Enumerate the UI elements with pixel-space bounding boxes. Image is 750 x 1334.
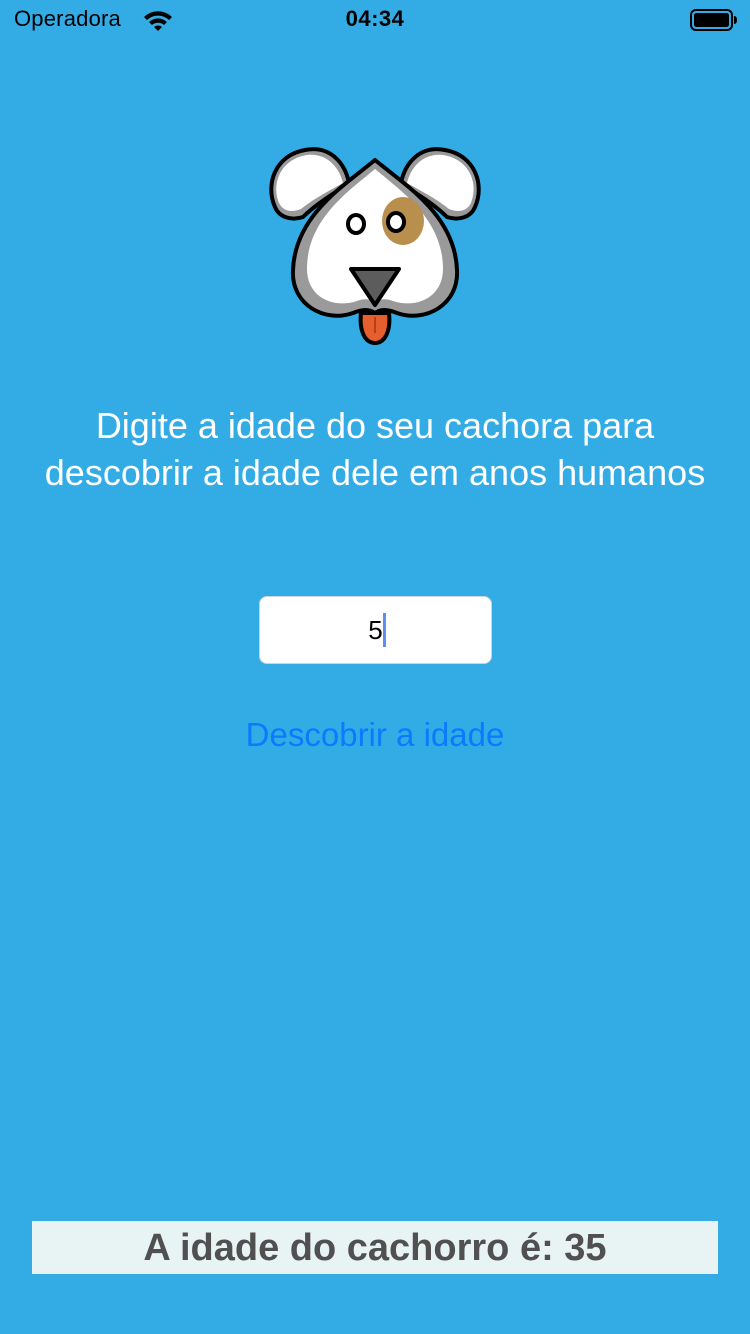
status-time: 04:34 xyxy=(345,6,405,31)
instruction-text: Digite a idade do seu cachora para desco… xyxy=(44,405,706,493)
text-cursor xyxy=(383,613,386,647)
battery-full-icon xyxy=(690,9,738,36)
dog-age-input[interactable] xyxy=(259,596,492,664)
status-bar: Operadora 04:34 xyxy=(0,0,750,40)
result-panel: A idade do cachorro é: 35 xyxy=(32,1221,718,1274)
discover-age-button[interactable]: Descobrir a idade xyxy=(0,712,750,758)
dog-face-icon xyxy=(265,145,485,355)
result-label: A idade do cachorro é: 35 xyxy=(143,1227,607,1269)
